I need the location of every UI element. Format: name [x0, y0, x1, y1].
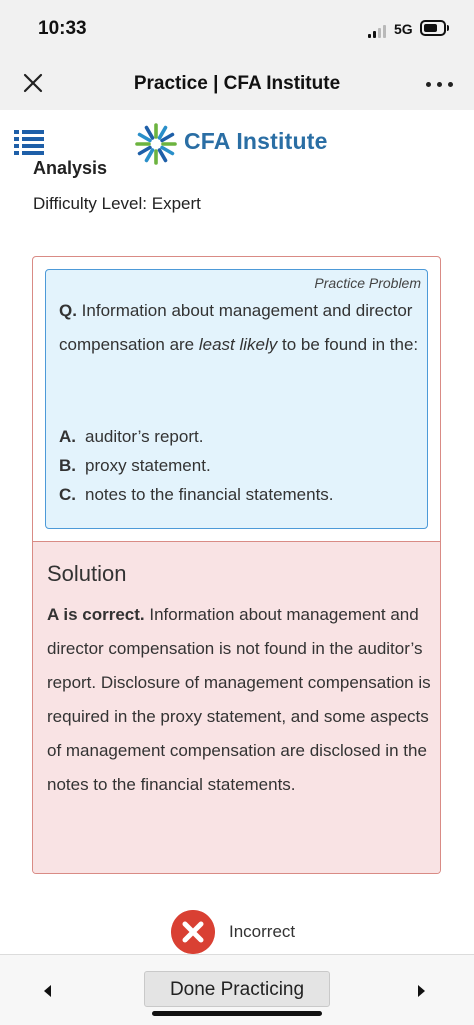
more-options-icon[interactable]	[424, 74, 456, 94]
option-text: notes to the financial statements.	[85, 485, 334, 504]
option-letter: A.	[59, 427, 76, 446]
logo-text[interactable]: CFA Institute	[184, 128, 328, 155]
topic-heading: Analysis	[33, 158, 108, 178]
answer-options: A. auditor’s report. B. proxy statement. C…	[59, 422, 419, 509]
practice-card: Practice Problem Q. Information about ma…	[32, 256, 441, 874]
solution-verdict: A is correct.	[47, 605, 145, 624]
solution-text: A is correct. Information about manageme…	[47, 598, 431, 802]
question-marker: Q.	[59, 301, 77, 320]
option-letter: B.	[59, 456, 76, 475]
menu-icon[interactable]	[14, 130, 44, 156]
solution-title: Solution	[47, 561, 127, 586]
question-emphasis: least likely	[198, 335, 278, 354]
bottom-toolbar: Done Practicing	[0, 954, 474, 1025]
solution-body: Information about management and directo…	[47, 605, 431, 794]
next-arrow-icon[interactable]	[418, 985, 425, 997]
browser-navbar: Practice | CFA Institute	[0, 56, 474, 110]
difficulty-level: Difficulty Level: Expert	[33, 194, 201, 213]
solution-panel: Solution A is correct. Information about…	[33, 541, 440, 873]
battery-tip	[447, 25, 449, 31]
question-text: Q. Information about management and dire…	[59, 294, 419, 362]
x-icon	[171, 910, 215, 954]
practice-problem-box: Practice Problem Q. Information about ma…	[45, 269, 428, 529]
home-indicator	[152, 1011, 322, 1016]
option-text: auditor’s report.	[85, 427, 204, 446]
previous-arrow-icon[interactable]	[44, 985, 51, 997]
page-title: Practice | CFA Institute	[133, 73, 341, 94]
done-practicing-button[interactable]: Done Practicing	[144, 971, 330, 1007]
status-bar: 10:33 5G	[0, 0, 474, 56]
option-text: proxy statement.	[85, 456, 211, 475]
question-text-end: to be found in the:	[277, 335, 419, 354]
option-b[interactable]: B. proxy statement.	[59, 451, 419, 480]
battery-icon	[420, 20, 446, 36]
status-time: 10:33	[38, 18, 87, 39]
network-label: 5G	[394, 21, 413, 37]
option-letter: C.	[59, 485, 76, 504]
cfa-logo-icon	[135, 123, 177, 165]
result-label: Incorrect	[229, 922, 296, 941]
signal-icon	[368, 24, 388, 38]
option-c[interactable]: C. notes to the financial statements.	[59, 480, 419, 509]
option-a[interactable]: A. auditor’s report.	[59, 422, 419, 451]
practice-problem-tag: Practice Problem	[314, 275, 421, 291]
